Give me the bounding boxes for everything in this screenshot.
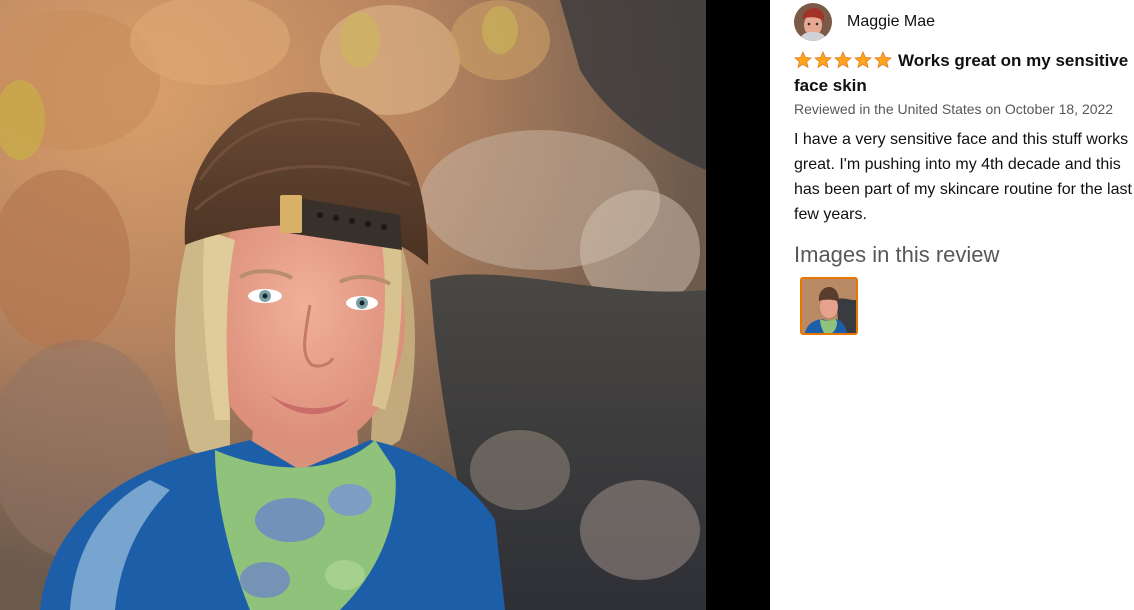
- reviewer-avatar-image: [794, 3, 832, 41]
- review-body: I have a very sensitive face and this st…: [794, 131, 1132, 223]
- rating-stars-icon[interactable]: [794, 51, 893, 69]
- thumbnail-image: [802, 279, 856, 333]
- reviewer-name[interactable]: Maggie Mae: [847, 13, 935, 31]
- viewer-gutter: [706, 0, 770, 610]
- review-date: Reviewed in the United States on October…: [794, 101, 1114, 117]
- images-section-heading: Images in this review: [794, 242, 1000, 267]
- review-panel: Maggie Mae Works great on my sensitive f…: [770, 0, 1134, 610]
- review-image-viewer: Maggie Mae Works great on my sensitive f…: [0, 0, 1134, 610]
- reviewer-avatar[interactable]: [794, 3, 832, 41]
- reviewer-profile[interactable]: Maggie Mae: [794, 3, 935, 41]
- review-image-thumbnail[interactable]: [800, 277, 858, 335]
- review-photo[interactable]: [0, 0, 706, 610]
- review-title-row: Works great on my sensitive face skin: [794, 48, 1134, 98]
- review-photo-illustration: [0, 0, 706, 610]
